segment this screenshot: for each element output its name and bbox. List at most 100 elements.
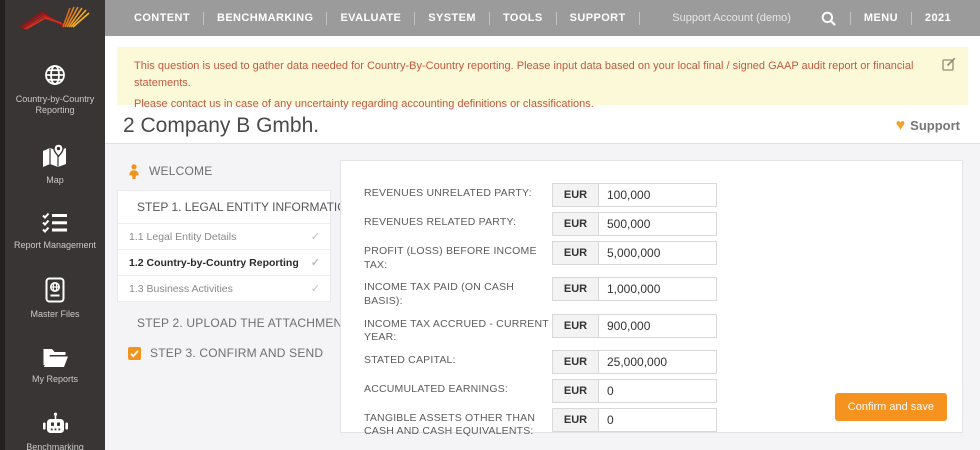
support-label: Support <box>910 118 960 133</box>
step3-header[interactable]: STEP 3. CONFIRM AND SEND <box>117 344 331 362</box>
form-row: INCOME TAX PAID (ON CASH BASIS): EUR <box>364 277 962 308</box>
menu-item-content[interactable]: CONTENT <box>121 11 204 25</box>
heart-icon: ♥ <box>895 116 906 134</box>
amount-input-group: EUR <box>552 277 717 302</box>
confirm-and-save-button[interactable]: Confirm and save <box>834 393 947 421</box>
amount-input-group: EUR <box>552 183 717 207</box>
field-label: REVENUES UNRELATED PARTY: <box>364 187 532 199</box>
step-welcome[interactable]: WELCOME <box>117 162 331 180</box>
sidebar-item-label: My Reports <box>31 374 78 385</box>
amount-input-group: EUR <box>552 241 717 265</box>
field-label: REVENUES RELATED PARTY: <box>364 216 517 228</box>
substep-business-activities[interactable]: 1.3 Business Activities ✓ <box>118 275 330 301</box>
substep-label: 1.3 Business Activities <box>129 282 233 295</box>
currency-prefix: EUR <box>553 184 599 206</box>
form-row: REVENUES RELATED PARTY: EUR <box>364 212 962 236</box>
stated-capital-input[interactable] <box>599 350 716 373</box>
passport-icon <box>45 277 65 303</box>
checkbox-icon <box>128 346 141 360</box>
check-icon: ✓ <box>310 257 320 269</box>
folder-icon <box>43 349 68 368</box>
logo[interactable] <box>5 0 105 36</box>
topbar-right: Support Account (demo) MENU 2021 <box>672 11 964 26</box>
amount-input-group: EUR <box>552 212 717 236</box>
step2-label: STEP 2. UPLOAD THE ATTACHMENTS <box>137 316 359 330</box>
search-button[interactable] <box>807 11 850 26</box>
field-label: STATED CAPITAL: <box>364 353 456 366</box>
menu-item-system[interactable]: SYSTEM <box>415 11 490 25</box>
cbc-form-card: REVENUES UNRELATED PARTY: EUR REVENUES R… <box>340 160 963 437</box>
revenues-related-party-input[interactable] <box>599 213 716 235</box>
substep-label: 1.2 Country-by-Country Reporting <box>129 256 299 269</box>
step-nav: WELCOME STEP 1. LEGAL ENTITY INFORMATION… <box>117 162 358 362</box>
sidebar-item-label: Country-by-Country Reporting <box>15 94 95 116</box>
menu-toggle-button[interactable]: MENU <box>851 12 911 24</box>
substep-label: 1.1 Legal Entity Details <box>129 230 237 243</box>
menu-item-benchmarking[interactable]: BENCHMARKING <box>204 11 328 25</box>
sidebar: Country-by-Country Reporting Map Report … <box>0 0 105 450</box>
revenues-unrelated-party-input[interactable] <box>599 184 716 206</box>
robot-icon <box>42 412 68 433</box>
currency-prefix: EUR <box>553 278 599 301</box>
sidebar-item-report-management[interactable]: Report Management <box>5 212 105 251</box>
step1-header[interactable]: STEP 1. LEGAL ENTITY INFORMATION <box>118 191 355 223</box>
check-icon: ✓ <box>310 231 320 243</box>
field-label: INCOME TAX ACCRUED - CURRENT YEAR: <box>364 317 549 344</box>
tangible-assets-input[interactable] <box>599 408 716 431</box>
step1-section: STEP 1. LEGAL ENTITY INFORMATION 1.1 Leg… <box>117 190 355 302</box>
app-window: Country-by-Country Reporting Map Report … <box>0 0 980 450</box>
sidebar-item-benchmarking[interactable]: Benchmarking <box>5 412 105 450</box>
currency-prefix: EUR <box>553 314 599 337</box>
profit-before-tax-input[interactable] <box>599 242 716 264</box>
sidebar-item-label: Benchmarking <box>26 441 84 450</box>
banner-line-1: This question is used to gather data nee… <box>134 60 914 89</box>
form-row: STATED CAPITAL: EUR <box>364 349 962 374</box>
income-tax-paid-input[interactable] <box>599 278 716 301</box>
sidebar-item-label: Master Files <box>30 309 80 319</box>
menu-item-support[interactable]: SUPPORT <box>557 11 640 25</box>
currency-prefix: EUR <box>553 213 599 235</box>
checklist-icon <box>42 212 67 233</box>
accumulated-earnings-input[interactable] <box>599 379 716 402</box>
form-row: PROFIT (LOSS) BEFORE INCOME TAX: EUR <box>364 241 962 272</box>
step1-label: STEP 1. LEGAL ENTITY INFORMATION <box>137 200 356 214</box>
sidebar-item-map[interactable]: Map <box>5 142 105 186</box>
page-title: 2 Company B Gmbh. <box>123 113 320 137</box>
topbar: CONTENT BENCHMARKING EVALUATE SYSTEM TOO… <box>105 0 980 36</box>
main-content: This question is used to gather data nee… <box>105 36 980 450</box>
sidebar-item-country-by-country-reporting[interactable]: Country-by-Country Reporting <box>5 62 105 117</box>
field-label: ACCUMULATED EARNINGS: <box>364 382 509 395</box>
edit-banner-button[interactable] <box>942 57 956 76</box>
globe-icon <box>45 65 65 85</box>
income-tax-accrued-input[interactable] <box>599 314 716 337</box>
step2-header[interactable]: STEP 2. UPLOAD THE ATTACHMENTS <box>117 314 358 332</box>
account-label[interactable]: Support Account (demo) <box>672 12 807 24</box>
currency-prefix: EUR <box>553 379 599 402</box>
step-welcome-label: WELCOME <box>149 164 213 178</box>
menu-item-tools[interactable]: TOOLS <box>490 11 557 25</box>
amount-input-group: EUR <box>552 313 717 338</box>
field-label: INCOME TAX PAID (ON CASH BASIS): <box>364 281 515 307</box>
page-body: WELCOME STEP 1. LEGAL ENTITY INFORMATION… <box>105 144 980 450</box>
menu-item-evaluate[interactable]: EVALUATE <box>327 11 416 25</box>
field-label: PROFIT (LOSS) BEFORE INCOME TAX: <box>364 245 537 271</box>
step3-label: STEP 3. CONFIRM AND SEND <box>150 346 324 360</box>
title-row: 2 Company B Gmbh. ♥ Support <box>105 108 980 144</box>
support-button[interactable]: ♥ Support <box>895 116 960 134</box>
sidebar-item-label: Map <box>46 174 64 185</box>
year-selector[interactable]: 2021 <box>912 12 964 24</box>
substep-legal-entity-details[interactable]: 1.1 Legal Entity Details ✓ <box>118 223 330 249</box>
amount-input-group: EUR <box>552 407 717 432</box>
sidebar-nav: Country-by-Country Reporting Map Report … <box>5 36 105 450</box>
check-icon: ✓ <box>310 283 320 295</box>
substep-country-by-country-reporting[interactable]: 1.2 Country-by-Country Reporting ✓ <box>118 249 330 275</box>
top-menu: CONTENT BENCHMARKING EVALUATE SYSTEM TOO… <box>121 11 640 25</box>
currency-prefix: EUR <box>553 242 599 264</box>
sidebar-item-master-files[interactable]: Master Files <box>5 277 105 320</box>
currency-prefix: EUR <box>553 408 599 431</box>
sidebar-item-label: Report Management <box>13 239 97 250</box>
brand-logo-icon <box>19 6 90 30</box>
map-icon <box>43 142 66 167</box>
person-icon <box>129 163 139 179</box>
sidebar-item-my-reports[interactable]: My Reports <box>5 346 105 385</box>
